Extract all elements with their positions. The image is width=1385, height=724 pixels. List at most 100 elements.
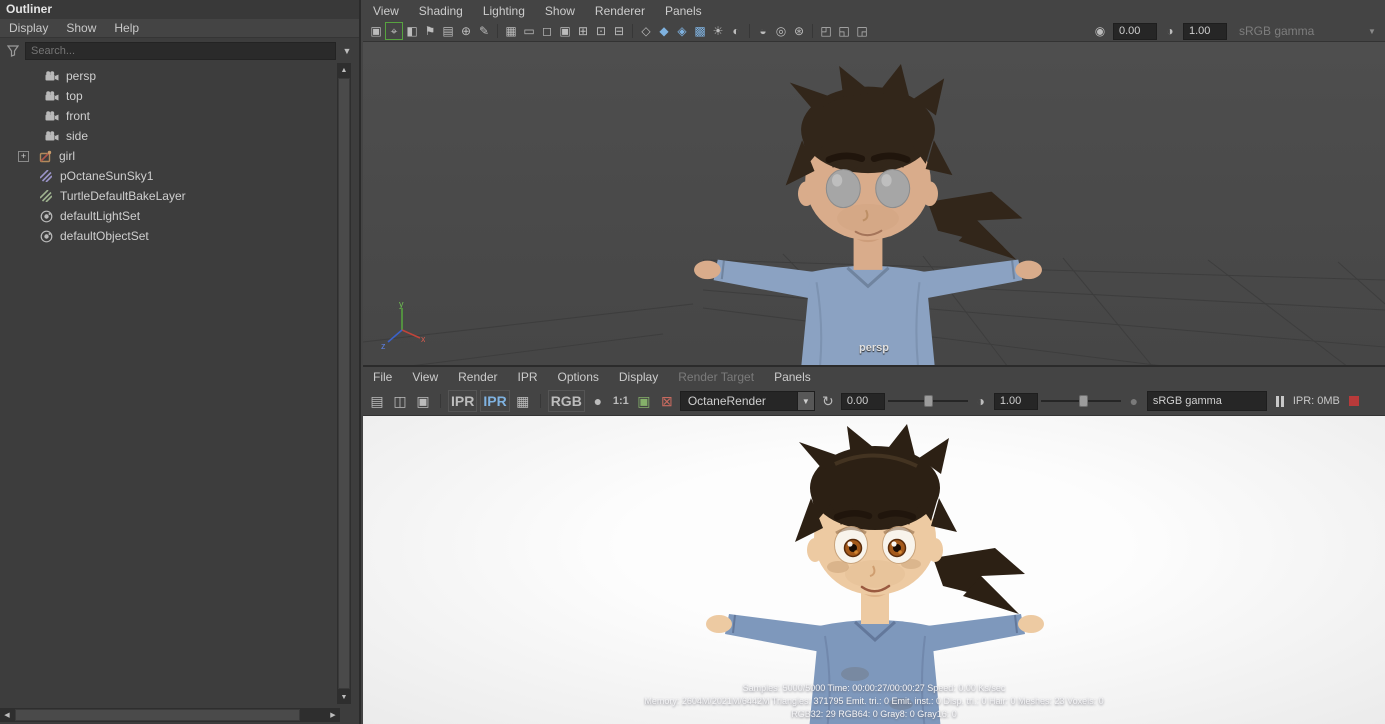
- gamma-slider[interactable]: [1040, 393, 1121, 409]
- scroll-down-icon[interactable]: ▼: [337, 690, 351, 704]
- select-camera-icon[interactable]: ▣: [367, 22, 385, 40]
- color-space-field[interactable]: sRGB gamma: [1146, 391, 1267, 411]
- checker-icon[interactable]: ▩: [691, 22, 709, 40]
- outliner-item-front[interactable]: front: [0, 106, 337, 126]
- safe-action-icon[interactable]: ⊡: [592, 22, 610, 40]
- render-canvas[interactable]: Samples: 5000/5000 Time: 00:00:27/00:00:…: [363, 416, 1385, 724]
- render-settings-icon[interactable]: ▦: [513, 390, 533, 412]
- menu-display[interactable]: Display: [0, 21, 57, 35]
- scroll-up-icon[interactable]: ▲: [337, 63, 351, 77]
- film-gate-icon[interactable]: ▭: [520, 22, 538, 40]
- field-chart-icon[interactable]: ⊞: [574, 22, 592, 40]
- viewport-3d[interactable]: y x z persp: [363, 42, 1385, 367]
- outliner-item-defaultlightset[interactable]: defaultLightSet: [0, 206, 337, 226]
- menu-help[interactable]: Help: [105, 21, 148, 35]
- render-gamma-field[interactable]: 1.00: [993, 392, 1038, 410]
- menu-view[interactable]: View: [402, 370, 448, 384]
- outliner-item-poctanesunsky1[interactable]: pOctaneSunSky1: [0, 166, 337, 186]
- camera-name-label: persp: [859, 342, 889, 354]
- outliner-item-defaultobjectset[interactable]: defaultObjectSet: [0, 226, 337, 246]
- expand-toggle[interactable]: +: [18, 150, 29, 162]
- camera-lock-icon[interactable]: ⌖: [385, 22, 403, 40]
- alpha-channel-icon[interactable]: ●: [588, 390, 608, 412]
- outliner-vertical-scrollbar[interactable]: ▲ ▼: [337, 63, 351, 704]
- menu-panels[interactable]: Panels: [764, 370, 821, 384]
- scrollbar-thumb[interactable]: [15, 709, 300, 721]
- scroll-left-icon[interactable]: ◀: [0, 708, 14, 722]
- outliner-item-persp[interactable]: persp: [0, 66, 337, 86]
- menu-lighting[interactable]: Lighting: [473, 4, 535, 18]
- ao-icon[interactable]: ◒: [754, 22, 772, 40]
- menu-show[interactable]: Show: [57, 21, 105, 35]
- chevron-down-icon: ▼: [797, 391, 815, 411]
- snapshot-icon[interactable]: ▣: [413, 390, 433, 412]
- lights-icon[interactable]: ☀: [709, 22, 727, 40]
- safe-title-icon[interactable]: ⊟: [610, 22, 628, 40]
- ipr-refresh-icon[interactable]: IPR: [480, 390, 510, 412]
- bookmark-icon[interactable]: ⚑: [421, 22, 439, 40]
- slider-handle[interactable]: [1078, 395, 1088, 407]
- shaded-icon[interactable]: ◆: [655, 22, 673, 40]
- view-transform-dropdown[interactable]: sRGB gamma ▼: [1231, 21, 1381, 41]
- gate-mask-icon[interactable]: ▣: [556, 22, 574, 40]
- menu-show[interactable]: Show: [535, 4, 585, 18]
- pan-zoom-icon[interactable]: ⊕: [457, 22, 475, 40]
- outliner-horizontal-scrollbar[interactable]: ◀ ▶: [0, 708, 340, 722]
- search-input[interactable]: [25, 41, 336, 60]
- bake-layer-icon: [38, 190, 54, 202]
- shadows-icon[interactable]: ◐: [727, 22, 745, 40]
- outliner-item-turtledefaultbakelayer[interactable]: TurtleDefaultBakeLayer: [0, 186, 337, 206]
- filter-icon[interactable]: [5, 43, 21, 59]
- resolution-gate-icon[interactable]: ◻: [538, 22, 556, 40]
- separator: [539, 394, 541, 408]
- xray-icon[interactable]: ◱: [835, 22, 853, 40]
- camera-icon: [44, 71, 60, 81]
- render-exposure-field[interactable]: 0.00: [840, 392, 885, 410]
- slider-handle[interactable]: [923, 395, 933, 407]
- remove-image-icon[interactable]: ⊠: [657, 390, 677, 412]
- ipr-render-icon[interactable]: ◫: [390, 390, 410, 412]
- separator: [497, 24, 498, 38]
- exposure-icon[interactable]: ◉: [1091, 22, 1109, 40]
- menu-view[interactable]: View: [363, 4, 409, 18]
- motion-blur-icon[interactable]: ◎: [772, 22, 790, 40]
- exposure-slider[interactable]: [887, 393, 968, 409]
- grease-pencil-icon[interactable]: ✎: [475, 22, 493, 40]
- menu-ipr[interactable]: IPR: [508, 370, 548, 384]
- contrast-icon[interactable]: ◑: [971, 390, 991, 412]
- zoom-ratio-button[interactable]: 1:1: [611, 390, 631, 412]
- menu-render[interactable]: Render: [448, 370, 507, 384]
- octane-restart-icon[interactable]: ↻: [818, 390, 838, 412]
- menu-file[interactable]: File: [363, 370, 402, 384]
- grid-icon[interactable]: ▦: [502, 22, 520, 40]
- camera-attributes-icon[interactable]: ◧: [403, 22, 421, 40]
- outliner-item-top[interactable]: top: [0, 86, 337, 106]
- renderer-dropdown[interactable]: OctaneRender ▼: [679, 391, 815, 411]
- image-plane-icon[interactable]: ▤: [439, 22, 457, 40]
- menu-shading[interactable]: Shading: [409, 4, 473, 18]
- gamma-field[interactable]: 1.00: [1183, 22, 1227, 40]
- gamma-icon[interactable]: ◑: [1161, 22, 1179, 40]
- menu-panels[interactable]: Panels: [655, 4, 712, 18]
- keep-image-icon[interactable]: ▣: [634, 390, 654, 412]
- chevron-down-icon[interactable]: ▼: [340, 46, 354, 56]
- scroll-right-icon[interactable]: ▶: [326, 708, 340, 722]
- rgb-channels-button[interactable]: RGB: [547, 390, 585, 412]
- outliner-item-girl[interactable]: + girl: [0, 146, 337, 166]
- ipr-tuning-icon[interactable]: IPR: [448, 390, 478, 412]
- isolate-select-icon[interactable]: ◰: [817, 22, 835, 40]
- render-icon[interactable]: ▤: [367, 390, 387, 412]
- pause-icon[interactable]: [1270, 390, 1290, 412]
- joint-xray-icon[interactable]: ◲: [853, 22, 871, 40]
- outliner-item-side[interactable]: side: [0, 126, 337, 146]
- stop-render-button[interactable]: [1348, 396, 1359, 406]
- exposure-field[interactable]: 0.00: [1113, 22, 1157, 40]
- multisample-icon[interactable]: ⊛: [790, 22, 808, 40]
- textured-icon[interactable]: ◈: [673, 22, 691, 40]
- menu-options[interactable]: Options: [548, 370, 609, 384]
- scrollbar-thumb[interactable]: [338, 78, 350, 689]
- wireframe-icon[interactable]: ◇: [637, 22, 655, 40]
- render-view-toolbar: ▤ ◫ ▣ IPR IPR ▦ RGB ● 1:1 ▣ ⊠ OctaneRend…: [363, 387, 1385, 416]
- menu-display[interactable]: Display: [609, 370, 668, 384]
- menu-renderer[interactable]: Renderer: [585, 4, 655, 18]
